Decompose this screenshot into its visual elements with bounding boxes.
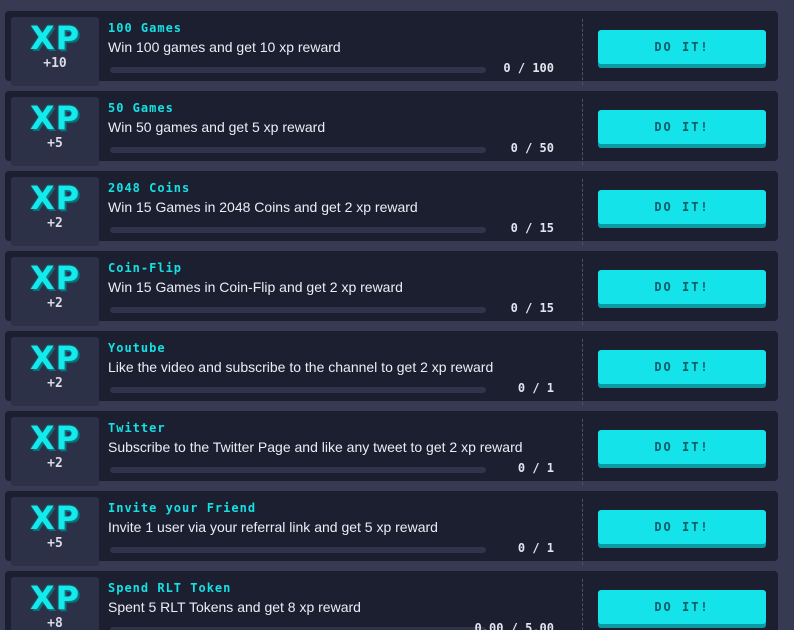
do-it-button[interactable]: DO IT! [598, 110, 766, 144]
quest-progress-count: 0 / 50 [510, 141, 554, 155]
xp-reward-badge: XP +10 [11, 17, 99, 86]
dashed-divider [582, 579, 583, 630]
xp-reward-badge: XP +8 [11, 577, 99, 630]
quest-title: Spend RLT Token [108, 581, 232, 595]
quest-progress-bar [110, 467, 486, 473]
do-it-button[interactable]: DO IT! [598, 350, 766, 384]
xp-reward-badge: XP +2 [11, 257, 99, 326]
quest-description: Invite 1 user via your referral link and… [108, 519, 438, 535]
do-it-button[interactable]: DO IT! [598, 30, 766, 64]
dashed-divider [582, 419, 583, 485]
quest-card: XP +2 Youtube Like the video and subscri… [5, 331, 778, 406]
quest-title: 100 Games [108, 21, 183, 35]
quest-card: XP +2 Twitter Subscribe to the Twitter P… [5, 411, 778, 486]
quest-progress-count: 0 / 1 [517, 461, 554, 475]
quest-description: Win 100 games and get 10 xp reward [108, 39, 341, 55]
quest-progress-count: 0 / 100 [503, 61, 554, 75]
quest-description: Win 50 games and get 5 xp reward [108, 119, 326, 135]
xp-badge-amount: +2 [47, 296, 63, 311]
dashed-divider [582, 339, 583, 405]
xp-badge-label: XP [29, 419, 81, 457]
xp-reward-badge: XP +2 [11, 337, 99, 406]
quest-list: XP +10 100 Games Win 100 games and get 1… [0, 0, 794, 630]
xp-reward-badge: XP +2 [11, 417, 99, 486]
quest-progress-bar [110, 547, 486, 553]
quest-progress-bar [110, 307, 486, 313]
quest-card: XP +2 Coin-Flip Win 15 Games in Coin-Fli… [5, 251, 778, 326]
xp-badge-label: XP [29, 19, 81, 57]
do-it-button[interactable]: DO IT! [598, 190, 766, 224]
xp-badge-amount: +5 [47, 136, 63, 151]
quest-title: Youtube [108, 341, 166, 355]
quest-card: XP +5 Invite your Friend Invite 1 user v… [5, 491, 778, 566]
quest-progress-count: 0 / 1 [517, 541, 554, 555]
quest-progress-bar [110, 147, 486, 153]
quest-progress-count: 0 / 15 [510, 221, 554, 235]
xp-reward-badge: XP +2 [11, 177, 99, 246]
xp-badge-label: XP [29, 99, 81, 137]
quest-description: Win 15 Games in 2048 Coins and get 2 xp … [108, 199, 418, 215]
quest-card: XP +2 2048 Coins Win 15 Games in 2048 Co… [5, 171, 778, 246]
xp-badge-amount: +2 [47, 376, 63, 391]
quest-progress-bar [110, 387, 486, 393]
dashed-divider [582, 499, 583, 565]
xp-badge-label: XP [29, 179, 81, 217]
do-it-button[interactable]: DO IT! [598, 430, 766, 464]
xp-reward-badge: XP +5 [11, 97, 99, 166]
xp-badge-amount: +2 [47, 456, 63, 471]
xp-badge-label: XP [29, 339, 81, 377]
quest-description: Subscribe to the Twitter Page and like a… [108, 439, 523, 455]
xp-badge-label: XP [29, 259, 81, 297]
quest-title: 2048 Coins [108, 181, 191, 195]
do-it-button[interactable]: DO IT! [598, 590, 766, 624]
quest-title: Coin-Flip [108, 261, 183, 275]
do-it-button[interactable]: DO IT! [598, 270, 766, 304]
dashed-divider [582, 259, 583, 325]
quest-title: Twitter [108, 421, 166, 435]
xp-badge-amount: +8 [47, 616, 63, 630]
quest-card: XP +10 100 Games Win 100 games and get 1… [5, 11, 778, 86]
dashed-divider [582, 179, 583, 245]
xp-badge-label: XP [29, 579, 81, 617]
quest-progress-bar [110, 227, 486, 233]
quest-card: XP +5 50 Games Win 50 games and get 5 xp… [5, 91, 778, 166]
dashed-divider [582, 99, 583, 165]
quest-card: XP +8 Spend RLT Token Spent 5 RLT Tokens… [5, 571, 778, 630]
quest-description: Win 15 Games in Coin-Flip and get 2 xp r… [108, 279, 403, 295]
quest-title: Invite your Friend [108, 501, 257, 515]
quest-progress-count: 0 / 1 [517, 381, 554, 395]
quest-description: Spent 5 RLT Tokens and get 8 xp reward [108, 599, 361, 615]
do-it-button[interactable]: DO IT! [598, 510, 766, 544]
dashed-divider [582, 19, 583, 85]
xp-badge-label: XP [29, 499, 81, 537]
quest-progress-count: 0 / 15 [510, 301, 554, 315]
xp-badge-amount: +5 [47, 536, 63, 551]
xp-badge-amount: +2 [47, 216, 63, 231]
xp-reward-badge: XP +5 [11, 497, 99, 566]
quest-title: 50 Games [108, 101, 174, 115]
quest-progress-bar [110, 67, 486, 73]
quest-description: Like the video and subscribe to the chan… [108, 359, 494, 375]
quest-progress-count: 0.00 / 5.00 [474, 621, 554, 630]
xp-badge-amount: +10 [43, 56, 67, 71]
